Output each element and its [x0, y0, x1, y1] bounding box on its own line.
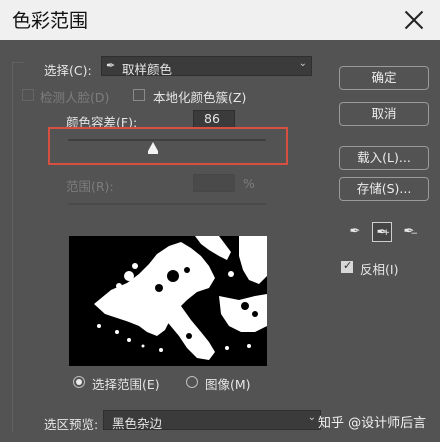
watermark: 知乎 @设计师后言 — [318, 416, 427, 431]
mask-shape — [94, 236, 267, 360]
fuzziness-input[interactable]: 86 — [193, 110, 235, 128]
ok-button[interactable]: 确定 — [339, 66, 429, 90]
load-button[interactable]: 载入(L)... — [339, 146, 429, 170]
image-radio[interactable] — [186, 376, 198, 388]
invert-checkbox[interactable] — [341, 259, 353, 273]
selection-preview-value: 黑色杂边 — [112, 416, 163, 431]
selection-preview-label: 选区预览: — [44, 417, 99, 432]
select-dropdown[interactable]: ✒ 取样颜色 ⌄ — [101, 56, 312, 77]
eyedropper-icon[interactable]: ✒ — [345, 222, 365, 242]
cancel-button[interactable]: 取消 — [339, 102, 429, 126]
close-icon[interactable] — [400, 6, 428, 34]
select-label: 选择(C): — [44, 63, 92, 78]
detect-faces-label: 检测人脸(D) — [40, 90, 110, 105]
selection-radio[interactable] — [73, 376, 85, 388]
save-button[interactable]: 存储(S)... — [339, 177, 429, 201]
chevron-down-icon: ⌄ — [307, 412, 316, 423]
detect-faces-checkbox[interactable] — [22, 89, 34, 101]
image-radio-label: 图像(M) — [205, 377, 251, 392]
chevron-down-icon: ⌄ — [298, 58, 307, 69]
selection-preview-image — [69, 236, 267, 366]
selection-preview-dropdown[interactable]: 黑色杂边 ⌄ — [103, 410, 321, 431]
highlight-box — [48, 127, 288, 165]
invert-label: 反相(I) — [360, 262, 399, 277]
range-label: 范围(R): — [66, 179, 114, 194]
select-value: 取样颜色 — [122, 62, 173, 77]
eyedropper-icon: ✒ — [106, 59, 116, 72]
eyedropper-minus-icon[interactable]: ✒ − — [399, 222, 419, 242]
dialog-titlebar: 色彩范围 — [0, 0, 440, 40]
dialog-title: 色彩范围 — [12, 10, 89, 32]
selection-radio-label: 选择范围(E) — [92, 377, 160, 392]
range-input[interactable] — [193, 174, 235, 192]
range-unit: % — [243, 176, 255, 191]
localized-clusters-label: 本地化颜色簇(Z) — [153, 90, 247, 105]
eyedropper-plus-icon[interactable]: ✒ + — [372, 222, 392, 242]
localized-clusters-checkbox[interactable] — [133, 89, 145, 101]
range-slider-track[interactable] — [68, 203, 266, 205]
group-frame — [12, 62, 24, 432]
